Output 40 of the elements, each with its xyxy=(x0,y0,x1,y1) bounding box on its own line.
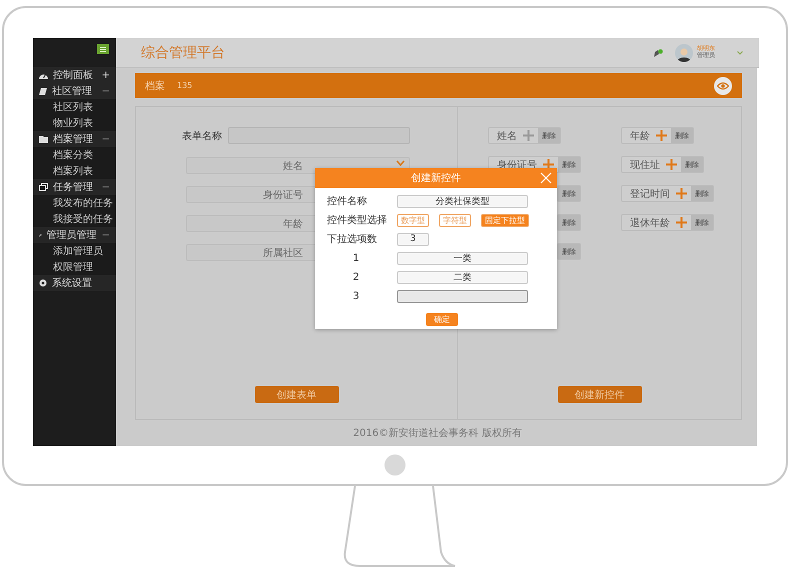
windows-icon xyxy=(39,183,48,191)
field-label: 下拉选项数 xyxy=(327,232,378,246)
option-field[interactable]: 二类 xyxy=(397,270,528,284)
chevron-down-icon[interactable] xyxy=(737,50,743,54)
option-number: 1 xyxy=(352,252,360,264)
expander: − xyxy=(102,86,110,96)
dashboard-icon xyxy=(39,72,48,78)
field-label: 表单名称 xyxy=(182,130,222,142)
option-number: 2 xyxy=(352,272,360,282)
app-title: 综合管理平台 xyxy=(141,44,226,62)
option-field[interactable]: 一类 xyxy=(397,252,528,264)
expander: − xyxy=(102,134,110,144)
expander: − xyxy=(102,230,110,240)
sidebar-item[interactable]: 管理员管理 − xyxy=(33,227,116,243)
expander: − xyxy=(102,182,110,192)
sidebar-item[interactable]: 社区管理 − xyxy=(33,83,116,99)
footer-text: 2016©新安街道社会事务科 版权所有 xyxy=(352,426,523,441)
close-icon[interactable] xyxy=(540,172,552,184)
sidebar-item[interactable]: 档案管理 − xyxy=(33,131,116,147)
sidebar-item[interactable]: 系统设置 xyxy=(33,275,116,291)
sidebar-item[interactable]: 控制面板 + xyxy=(33,67,116,83)
eye-icon[interactable] xyxy=(714,76,732,94)
expander: + xyxy=(102,70,110,80)
book-icon xyxy=(39,88,47,94)
section-count: 135 xyxy=(177,81,194,90)
folder-icon xyxy=(39,136,48,142)
power-button-icon xyxy=(384,454,406,476)
input-field[interactable]: 3 xyxy=(397,232,429,246)
notification-icon[interactable] xyxy=(654,48,663,56)
dialog-title: 创建新控件 xyxy=(411,172,461,185)
option-number: 3 xyxy=(352,290,360,302)
avatar xyxy=(675,44,693,62)
field-label: 控件类型选择 xyxy=(327,214,385,227)
settings-icon xyxy=(39,279,47,287)
menu-icon[interactable] xyxy=(97,44,109,54)
section-title: 档案 xyxy=(145,80,165,92)
option-field[interactable] xyxy=(397,290,528,302)
sidebar-item[interactable]: 任务管理 − xyxy=(33,179,116,195)
chevron-down-icon xyxy=(396,160,405,166)
input-field[interactable]: 分类社保类型 xyxy=(397,194,528,208)
